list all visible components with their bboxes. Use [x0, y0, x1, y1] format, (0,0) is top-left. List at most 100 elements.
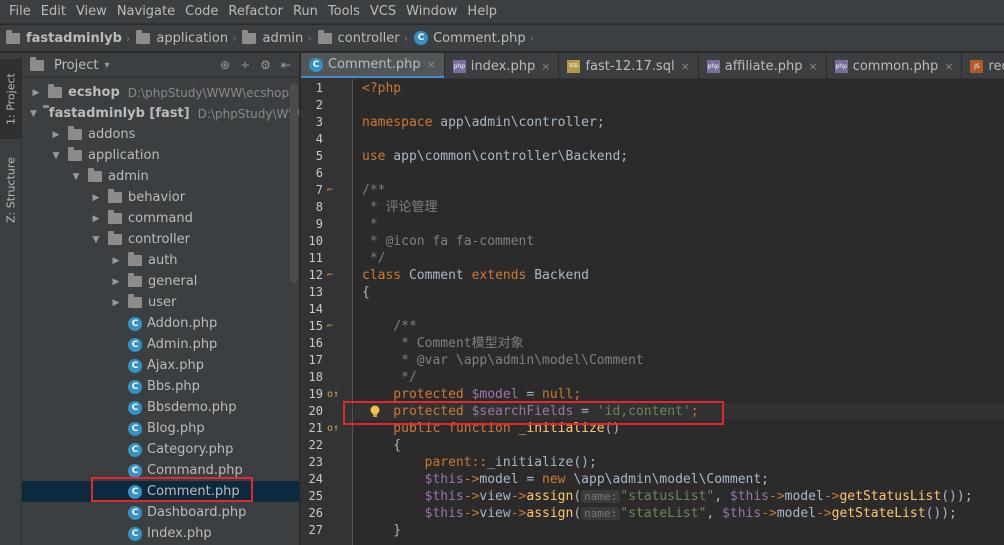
tree-item[interactable]: C Category.php [22, 439, 299, 460]
tree-item[interactable]: C Index.php [22, 523, 299, 544]
breadcrumb-label: controller [337, 30, 400, 46]
collapse-arrow-icon[interactable]: ▶ [110, 298, 122, 308]
chevron-right-icon: › [403, 31, 409, 45]
method-call: _initialize [487, 455, 574, 470]
locate-icon[interactable]: ⊕ [220, 58, 230, 72]
menu-window[interactable]: Window [401, 0, 462, 24]
collapse-arrow-icon[interactable]: ▶ [90, 193, 102, 203]
tree-item[interactable]: ▼ controller [22, 229, 299, 250]
menu-help[interactable]: Help [462, 0, 502, 24]
tree-item[interactable]: ▶ ecshop D:\phpStudy\WWW\ecshop [22, 82, 299, 103]
tree-item-label: user [148, 295, 177, 310]
line-number: 8 [315, 200, 323, 214]
class-name: Comment [401, 268, 472, 283]
tree-item[interactable]: ▶ addons [22, 124, 299, 145]
folder-icon [108, 231, 122, 245]
tree-item[interactable]: ▶ behavior [22, 187, 299, 208]
chevron-right-icon: › [232, 31, 237, 45]
tree-item[interactable]: C Ajax.php [22, 355, 299, 376]
hide-icon[interactable]: ⇤ [281, 58, 291, 72]
expand-arrow-icon[interactable]: ▼ [50, 151, 62, 161]
tab-require-tab[interactable]: JS require-tab [962, 53, 1004, 78]
chevron-right-icon: › [307, 31, 312, 45]
collapse-icon[interactable]: ÷ [240, 58, 250, 72]
breadcrumb-application[interactable]: application [136, 29, 228, 46]
menu-edit[interactable]: Edit [36, 0, 71, 24]
tree-item[interactable]: ▶ command [22, 208, 299, 229]
tree-item-label: admin [108, 169, 149, 184]
tab-comment-php[interactable]: C Comment.php × [301, 53, 445, 78]
tab-structure-tool[interactable]: Z: Structure [0, 145, 22, 235]
arrow-op: -> [769, 489, 785, 504]
panel-title[interactable]: Project [54, 58, 98, 73]
tab-common-php[interactable]: php common.php × [827, 53, 963, 78]
keyword: new [542, 472, 566, 487]
class-icon: C [128, 421, 142, 436]
menu-view[interactable]: View [71, 0, 112, 24]
fold-marker-icon[interactable]: ⌐ [327, 318, 333, 335]
breadcrumb-admin[interactable]: admin [242, 29, 303, 46]
expand-arrow-icon[interactable]: ▼ [90, 235, 102, 245]
tab-affiliate-php[interactable]: php affiliate.php × [699, 53, 827, 78]
menu-bar: File Edit View Navigate Code Refactor Run Tools… [0, 0, 1004, 24]
override-marker-icon[interactable]: o↑ [327, 386, 339, 403]
close-icon[interactable]: × [427, 58, 436, 71]
tree-scrollbar[interactable] [290, 83, 298, 283]
expand-arrow-icon[interactable]: ▼ [30, 109, 37, 119]
semicolon: ; [573, 387, 582, 402]
tree-item[interactable]: C Bbs.php [22, 376, 299, 397]
tree-item-path: D:\phpStudy\WWW\ecshop [127, 85, 290, 100]
folder-icon [48, 84, 62, 98]
expand-arrow-icon[interactable]: ▼ [70, 172, 82, 182]
override-marker-icon[interactable]: o↑ [327, 420, 339, 437]
chevron-right-icon: › [529, 31, 535, 45]
parens: ()); [925, 506, 957, 521]
editor-tabs: C Comment.php × php index.php × SQL fast-12.17.… [301, 53, 1004, 79]
tree-item-label: general [148, 274, 198, 289]
fold-marker-icon[interactable]: ⌐ [327, 182, 333, 199]
close-icon[interactable]: × [681, 60, 690, 73]
tree-item[interactable]: ▶ user [22, 292, 299, 313]
menu-run[interactable]: Run [288, 0, 323, 24]
menu-tools[interactable]: Tools [323, 0, 365, 24]
collapse-arrow-icon[interactable]: ▶ [90, 214, 102, 224]
tree-item[interactable]: C Blog.php [22, 418, 299, 439]
code-area[interactable]: <?php namespace app\admin\controller; us… [354, 79, 1004, 545]
menu-code[interactable]: Code [180, 0, 223, 24]
tree-item[interactable]: ▼ fastadminlyb [fast] D:\phpStudy\WWW\fast… [22, 103, 299, 124]
panel-tools: ⊕ ÷ ⚙ ⇤ [220, 58, 299, 72]
close-icon[interactable]: × [944, 60, 953, 73]
menu-file[interactable]: File [4, 0, 36, 24]
panel-header: Project ▾ ⊕ ÷ ⚙ ⇤ [22, 53, 299, 78]
tree-item[interactable]: C Addon.php [22, 313, 299, 334]
tree-item[interactable]: ▼ admin [22, 166, 299, 187]
collapse-arrow-icon[interactable]: ▶ [110, 277, 122, 287]
tree-item[interactable]: ▶ general [22, 271, 299, 292]
tree-item[interactable]: C Dashboard.php [22, 502, 299, 523]
menu-refactor[interactable]: Refactor [223, 0, 288, 24]
tab-fast-12-17-sql[interactable]: SQL fast-12.17.sql × [559, 53, 699, 78]
breadcrumb-file[interactable]: C Comment.php [414, 31, 526, 46]
collapse-arrow-icon[interactable]: ▶ [30, 88, 42, 98]
collapse-arrow-icon[interactable]: ▶ [110, 256, 122, 266]
tab-project-tool[interactable]: 1: Project [0, 59, 22, 139]
breadcrumb-controller[interactable]: controller [317, 29, 400, 46]
fold-marker-icon[interactable]: ⌐ [327, 267, 333, 284]
gear-icon[interactable]: ⚙ [260, 58, 271, 72]
menu-navigate[interactable]: Navigate [112, 0, 180, 24]
property: model [776, 506, 816, 521]
tree-item[interactable]: ▶ auth [22, 250, 299, 271]
menu-vcs[interactable]: VCS [365, 0, 401, 24]
chevron-down-icon[interactable]: ▾ [104, 60, 109, 71]
collapse-arrow-icon[interactable]: ▶ [50, 130, 62, 140]
arrow-op: -> [463, 472, 480, 487]
tree-item[interactable]: C Bbsdemo.php [22, 397, 299, 418]
breadcrumb-project[interactable]: fastadminlyb [6, 29, 122, 46]
class-icon: C [128, 358, 142, 373]
line-number: 21 [308, 421, 323, 435]
tree-item[interactable]: C Admin.php [22, 334, 299, 355]
tab-index-php[interactable]: php index.php × [445, 53, 560, 78]
close-icon[interactable]: × [541, 60, 550, 73]
tree-item[interactable]: ▼ application [22, 145, 299, 166]
close-icon[interactable]: × [808, 60, 817, 73]
